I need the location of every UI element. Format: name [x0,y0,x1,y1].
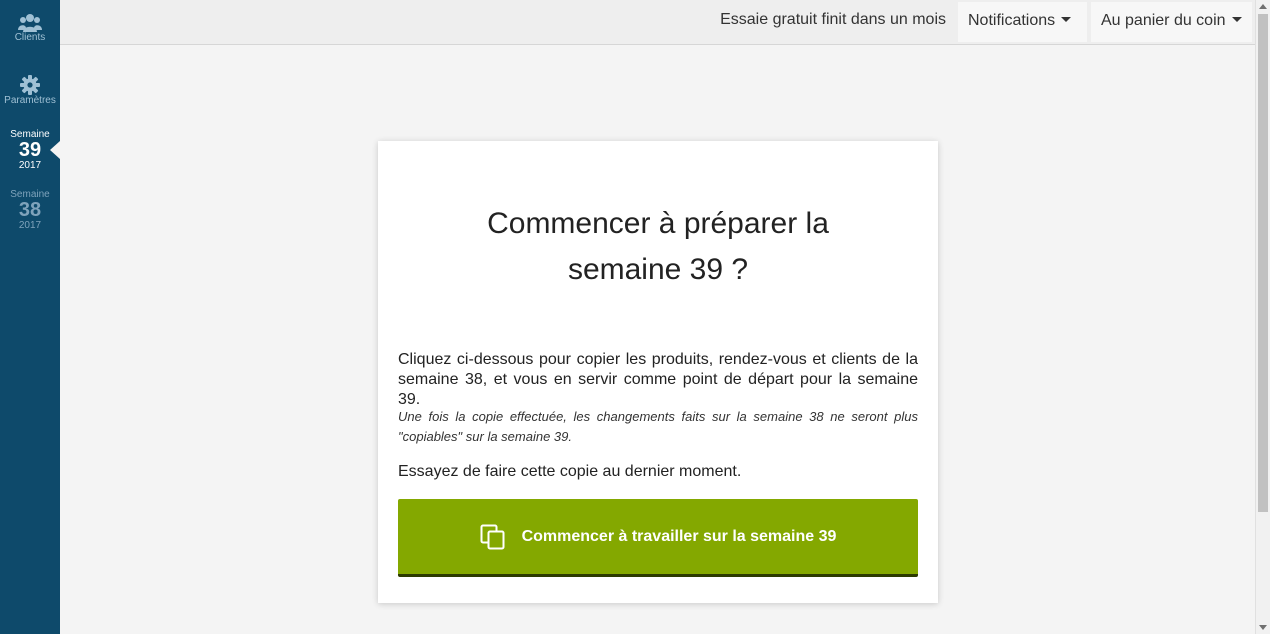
sidebar-item-parametres-label: Paramètres [4,95,56,106]
top-bar: Essaie gratuit finit dans un mois Notifi… [60,0,1255,45]
sidebar: Clients Paramètres Semaine 39 2017 Semai… [0,0,60,634]
sidebar-item-clients[interactable]: Clients [0,12,60,43]
notifications-label: Notifications [968,12,1056,29]
sidebar-item-clients-label: Clients [14,32,46,43]
scroll-up-arrow-icon[interactable] [1259,4,1267,9]
week-number: 38 [18,199,42,221]
gear-icon [20,75,40,95]
sidebar-week-38[interactable]: Semaine 38 2017 [0,189,60,231]
card-title-line-1: Commencer à préparer la [487,207,829,240]
users-icon [18,14,42,32]
shop-label: Au panier du coin [1101,12,1226,29]
page-scrollbar[interactable] [1255,0,1270,634]
notifications-dropdown[interactable]: Notifications [958,2,1087,42]
scroll-down-arrow-icon[interactable] [1259,625,1267,630]
copy-warning-note: Une fois la copie effectuée, les changem… [398,409,918,444]
trial-status-text: Essaie gratuit finit dans un mois [720,11,946,28]
copy-icon [480,524,505,549]
week-year: 2017 [18,160,42,171]
scrollbar-thumb[interactable] [1258,14,1268,512]
start-week-button-label: Commencer à travailler sur la semaine 39 [521,527,837,545]
chevron-down-icon [1231,17,1242,23]
active-week-indicator [50,141,60,159]
copy-explanation-text: Cliquez ci-dessous pour copier les produ… [398,351,918,408]
sidebar-item-parametres[interactable]: Paramètres [0,75,60,106]
start-week-card: Commencer à préparer la semaine 39 ? Cli… [378,141,938,603]
card-title: Commencer à préparer la semaine 39 ? [438,201,878,293]
week-year: 2017 [18,220,42,231]
copy-tip-text: Essayez de faire cette copie au dernier … [398,463,742,480]
start-week-button[interactable]: Commencer à travailler sur la semaine 39 [398,499,918,577]
chevron-down-icon [1061,17,1072,23]
card-title-line-2: semaine 39 ? [567,253,749,286]
shop-dropdown[interactable]: Au panier du coin [1091,2,1252,42]
